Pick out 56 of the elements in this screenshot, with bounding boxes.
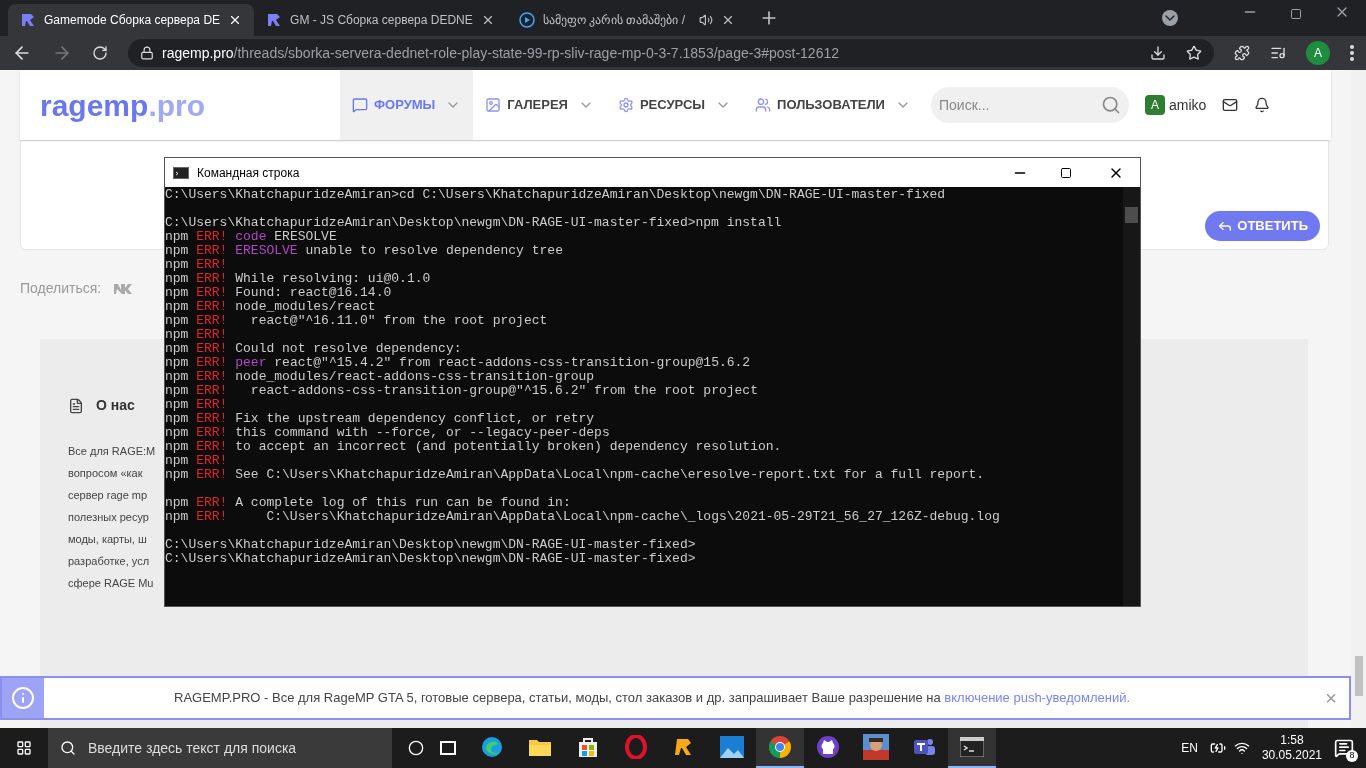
user-avatar[interactable]: A bbox=[1144, 95, 1165, 115]
notification-text: RAGEMP.PRO - Все для RageMP GTA 5, готовые сервера, статьи, моды, стол заказов и др. запрашивает Ваше разрешение на включение push-уведомлений. bbox=[174, 689, 1131, 708]
about-text-line: Все для RAGE:M bbox=[68, 444, 156, 459]
nav-tab[interactable]: РЕСУРСЫ bbox=[605, 70, 744, 140]
nav-tab[interactable]: ПОЛЬЗОВАТЕЛИ bbox=[743, 70, 923, 140]
about-text-line: моды, карты, ш bbox=[68, 532, 147, 547]
about-text-line: сфере RAGE Mu bbox=[68, 576, 154, 591]
profile-avatar[interactable]: A bbox=[1306, 41, 1330, 65]
about-text-line: сервер rage mp bbox=[68, 488, 148, 503]
site-logo[interactable]: ragemp.pro bbox=[40, 82, 340, 128]
user-name[interactable]: amiko bbox=[1168, 94, 1207, 116]
reply-button[interactable]: ОТВЕТИТЬ bbox=[1205, 211, 1320, 241]
browser-tab[interactable]: GM - JS Сборка сервера DEDNE bbox=[254, 4, 507, 36]
console-line: npm ERR! bbox=[165, 258, 228, 272]
about-text-line: разработке, усл bbox=[68, 554, 150, 569]
console-line: C:\Users\KhatchapuridzeAmiran\Desktop\newgm\DN-RAGE-UI-master-fixed> bbox=[165, 538, 696, 552]
console-line: npm ERR! bbox=[165, 328, 228, 342]
console-line: npm ERR! this command with --force, or --legacy-peer-deps bbox=[165, 426, 610, 440]
address-field[interactable]: ragemp.pro/threads/sborka-servera-dednet-role-play-state-99-rp-sliv-rage-mp-0-3-7.1853/page-3#post-12612 bbox=[128, 39, 1214, 67]
console-line: npm ERR! to accept an incorrect (and potentially broken) dependency resolution. bbox=[165, 440, 782, 454]
console-line: C:\Users\KhatchapuridzeAmiran>cd C:\Users\KhatchapuridzeAmiran\Desktop\newgm\DN-RAGE-UI-master-fixed bbox=[165, 188, 946, 202]
console-line: npm ERR! peer react@"^15.4.2" from react-addons-css-transition-group@15.6.2 bbox=[165, 356, 751, 370]
console-line: npm ERR! react@"^16.11.0" from the root project bbox=[165, 314, 548, 328]
console-line: npm ERR! node_modules/react-addons-css-transition-group bbox=[165, 370, 595, 384]
console-line: C:\Users\KhatchapuridzeAmiran\Desktop\newgm\DN-RAGE-UI-master-fixed> bbox=[165, 552, 696, 566]
taskbar-search-field[interactable]: Введите здесь текст для поиска bbox=[48, 728, 392, 768]
console-line: npm ERR! Fix the upstream dependency conflict, or retry bbox=[165, 412, 595, 426]
browser-tab[interactable]: Gamemode Сборка сервера DE bbox=[8, 4, 255, 36]
console-line: npm ERR! C:\Users\KhatchapuridzeAmiran\AppData\Local\npm-cache\_logs\2021-05-29T21_56_27_126Z-debug.log bbox=[165, 510, 1000, 524]
console-line: npm ERR! bbox=[165, 454, 228, 468]
console-line: npm ERR! bbox=[165, 398, 228, 412]
console-line: npm ERR! A complete log of this run can be found in: bbox=[165, 496, 571, 510]
console-line: npm ERR! Found: react@16.14.0 bbox=[165, 286, 392, 300]
tab-title: სამეფო კარის თამაშები / bbox=[542, 12, 687, 29]
console-line: C:\Users\KhatchapuridzeAmiran\Desktop\newgm\DN-RAGE-UI-master-fixed>npm install bbox=[165, 216, 782, 230]
search-field[interactable]: Поиск... bbox=[930, 87, 1129, 123]
about-text-line: полезных ресур bbox=[68, 510, 149, 525]
console-line: npm ERR! While resolving: ui@0.1.0 bbox=[165, 272, 431, 286]
share-label: Поделиться: bbox=[20, 279, 102, 298]
console-line: npm ERR! react-addons-css-transition-group@"^15.6.2" from the root project bbox=[165, 384, 758, 398]
section-title: О нас bbox=[96, 396, 135, 415]
console-line: npm ERR! ERESOLVE unable to resolve dependency tree bbox=[165, 244, 563, 258]
browser-tab[interactable]: სამეფო კარის თამაშები / bbox=[506, 4, 747, 36]
tab-title: GM - JS Сборка сервера DEDNE bbox=[290, 12, 473, 29]
console-line: npm ERR! See C:\Users\KhatchapuridzeAmiran\AppData\Local\npm-cache\eresolve-report.txt for a full report. bbox=[165, 468, 985, 482]
console-line: npm ERR! code ERESOLVE bbox=[165, 230, 337, 244]
nav-tab[interactable]: ГАЛЕРЕЯ bbox=[473, 70, 606, 140]
language-indicator[interactable]: EN bbox=[1181, 739, 1198, 757]
clock[interactable]: 1:58 30.05.2021 bbox=[1261, 733, 1322, 763]
url-text: ragemp.pro/threads/sborka-servera-dednet-role-play-state-99-rp-sliv-rage-mp-0-3-7.1853/page-3#post-12612 bbox=[162, 43, 840, 63]
tab-title: Gamemode Сборка сервера DE bbox=[44, 12, 221, 29]
notification-count: 8 bbox=[1346, 750, 1358, 762]
console-line: npm ERR! Could not resolve dependency: bbox=[165, 342, 462, 356]
console-line: npm ERR! node_modules/react bbox=[165, 300, 376, 314]
about-text-line: вопросом «как bbox=[68, 466, 143, 481]
console-title: Командная строка bbox=[197, 164, 301, 182]
